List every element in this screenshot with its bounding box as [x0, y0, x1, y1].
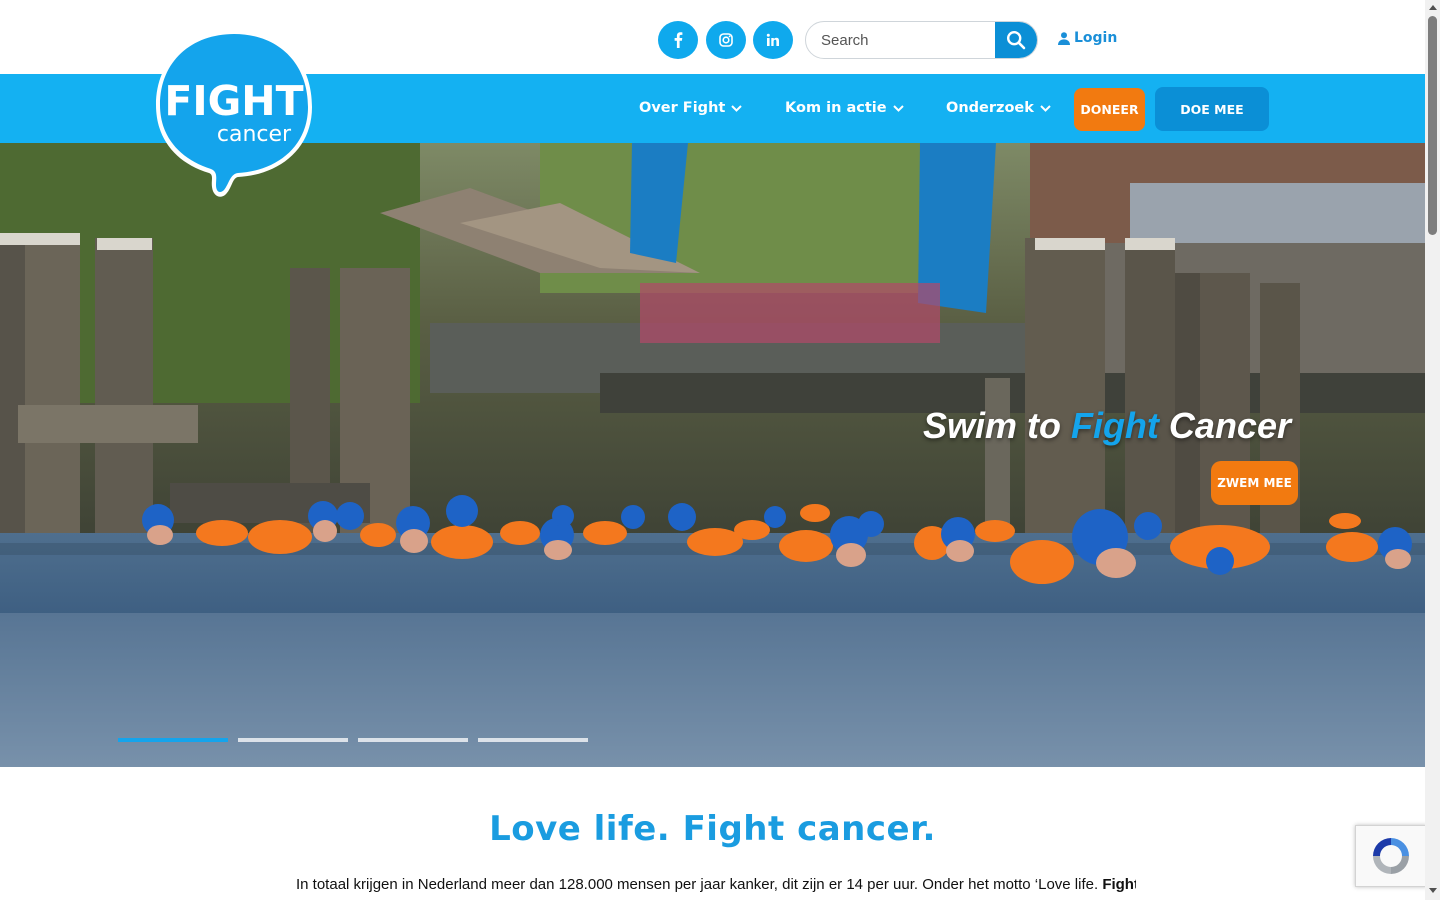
facebook-icon[interactable] — [658, 21, 698, 59]
nav-item-label: Kom in actie — [785, 100, 887, 116]
page-scrollbar[interactable] — [1425, 0, 1440, 900]
nav-item-kom-in-actie[interactable]: Kom in actie — [785, 100, 904, 116]
scroll-down-arrow[interactable] — [1429, 888, 1437, 893]
nav-item-label: Onderzoek — [946, 100, 1034, 116]
linkedin-icon[interactable] — [753, 21, 793, 59]
tagline-light: Love life. — [489, 809, 683, 849]
logo-line1: FIGHT — [164, 77, 303, 125]
intro-paragraph: In totaal krijgen in Nederland meer dan … — [296, 875, 1136, 895]
nav-item-over-fight[interactable]: Over Fight — [639, 100, 743, 116]
slide-indicator-1[interactable] — [118, 738, 228, 742]
hero-title-part2: Cancer — [1158, 405, 1291, 446]
slide-indicator-4[interactable] — [478, 738, 588, 742]
doneer-button[interactable]: DONEER — [1074, 88, 1145, 131]
tagline-bold: Fight cancer. — [682, 809, 936, 849]
hero-photo — [0, 143, 1425, 767]
slide-indicator-2[interactable] — [238, 738, 348, 742]
chevron-down-icon — [1040, 104, 1051, 112]
intro-text: In totaal krijgen in Nederland meer dan … — [296, 876, 1103, 893]
search-box — [805, 21, 1038, 59]
logo-line2: cancer — [217, 122, 292, 147]
login-label: Login — [1074, 30, 1118, 46]
recaptcha-icon — [1373, 838, 1409, 874]
recaptcha-badge[interactable] — [1355, 825, 1427, 887]
zwem-mee-button[interactable]: ZWEM MEE — [1211, 461, 1298, 505]
chevron-down-icon — [892, 104, 904, 112]
intro-bold: Fight — [1102, 876, 1136, 893]
nav-item-label: Over Fight — [639, 100, 726, 116]
hero-title: Swim to Fight Cancer — [923, 405, 1291, 447]
doe-mee-button[interactable]: DOE MEE — [1155, 87, 1269, 131]
search-icon — [1006, 30, 1026, 50]
scroll-thumb[interactable] — [1428, 16, 1437, 235]
user-icon — [1058, 31, 1070, 45]
fight-cancer-logo[interactable]: FIGHT cancer — [154, 27, 314, 199]
search-button[interactable] — [995, 22, 1037, 58]
login-link[interactable]: Login — [1058, 30, 1117, 46]
scroll-up-arrow[interactable] — [1429, 5, 1437, 10]
hero-slider: Swim to Fight Cancer ZWEM MEE — [0, 143, 1425, 767]
slide-indicator-3[interactable] — [358, 738, 468, 742]
hero-title-accent: Fight — [1070, 405, 1159, 446]
chevron-down-icon — [731, 104, 743, 112]
page-tagline: Love life. Fight cancer. — [0, 809, 1425, 849]
instagram-icon[interactable] — [706, 21, 746, 59]
hero-title-part1: Swim to — [922, 405, 1071, 446]
search-input[interactable] — [806, 22, 997, 58]
nav-item-onderzoek[interactable]: Onderzoek — [946, 100, 1051, 116]
logo-mark: FIGHT cancer — [156, 30, 312, 197]
